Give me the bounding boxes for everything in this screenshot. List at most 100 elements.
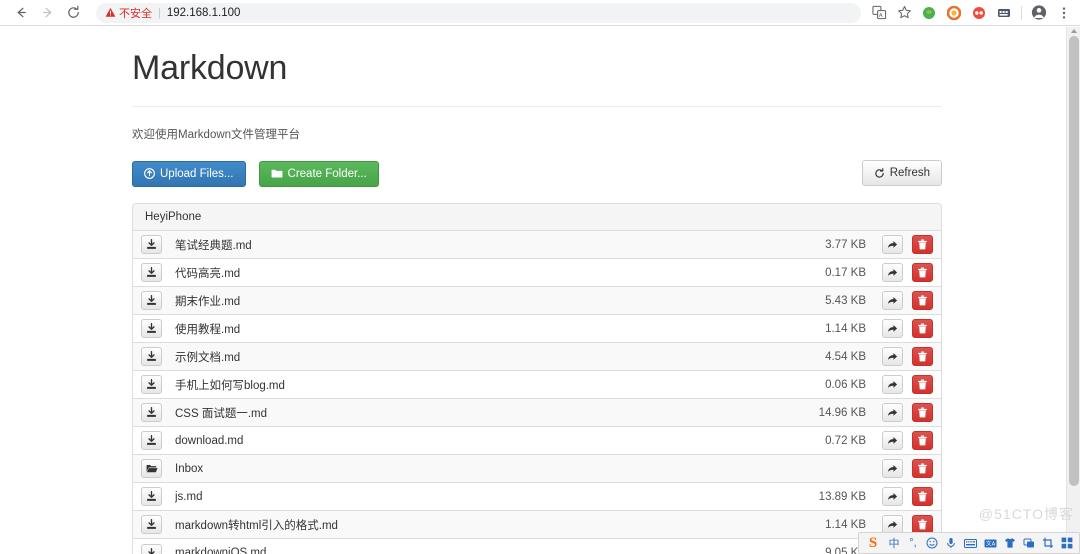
extension-icon-2[interactable] [946,5,962,21]
extension-icon-1[interactable] [921,5,937,21]
ime-voice-icon[interactable] [945,535,957,551]
refresh-button[interactable]: Refresh [861,160,942,186]
file-row[interactable]: download.md 0.72 KB [133,427,941,455]
download-icon[interactable] [141,403,162,422]
share-arrow-icon[interactable] [882,347,903,366]
share-arrow-icon[interactable] [882,375,903,394]
download-icon[interactable] [141,291,162,310]
create-folder-button[interactable]: Create Folder... [258,160,379,187]
trash-icon[interactable] [912,431,933,450]
svg-text:A: A [992,541,996,547]
share-arrow-icon[interactable] [882,459,903,478]
address-bar[interactable]: 不安全 | 192.168.1.100 [96,2,861,23]
file-row[interactable]: 期末作业.md 5.43 KB [133,287,941,315]
file-row[interactable]: Inbox [133,455,941,483]
file-size: 13.89 KB [818,490,866,503]
ime-language-toggle[interactable]: 中 [888,535,900,551]
ime-keyboard-icon[interactable] [964,535,977,551]
share-arrow-icon[interactable] [882,291,903,310]
file-name[interactable]: download.md [175,435,825,447]
share-arrow-icon[interactable] [882,487,903,506]
scroll-up-arrow-icon[interactable] [1067,27,1080,35]
file-name[interactable]: CSS 面试题一.md [175,405,819,421]
ime-punctuation-toggle[interactable]: °, [907,535,919,551]
share-arrow-icon[interactable] [882,431,903,450]
folder-open-icon[interactable] [141,459,162,478]
profile-icon[interactable] [1031,5,1047,21]
more-vertical-icon[interactable] [1056,5,1072,21]
omnibox-separator: | [158,6,161,19]
file-row[interactable]: 手机上如何写blog.md 0.06 KB [133,371,941,399]
trash-icon[interactable] [912,459,933,478]
file-row[interactable]: 笔试经典题.md 3.77 KB [133,231,941,259]
extension-icon-3[interactable] [971,5,987,21]
trash-icon[interactable] [912,235,933,254]
file-name[interactable]: 手机上如何写blog.md [175,377,825,393]
file-name[interactable]: 示例文档.md [175,349,825,365]
file-row[interactable]: CSS 面试题一.md 14.96 KB [133,399,941,427]
trash-icon[interactable] [912,291,933,310]
file-list-header: HeyiPhone [133,204,941,231]
page-scrollbar[interactable] [1066,27,1080,554]
trash-icon[interactable] [912,319,933,338]
file-row[interactable]: markdowniOS.md 9.05 KB [133,539,941,554]
browser-toolbar: 不安全 | 192.168.1.100 A [0,0,1080,26]
file-name[interactable]: 期末作业.md [175,293,825,309]
ime-crop-icon[interactable] [1042,535,1054,551]
download-icon[interactable] [141,319,162,338]
extension-icon-4[interactable] [996,5,1012,21]
ime-skin-icon[interactable] [1004,535,1016,551]
download-icon[interactable] [141,487,162,506]
ime-toolbar[interactable]: S 中 °, 文A [858,532,1080,554]
trash-icon[interactable] [912,263,933,282]
file-list-panel: HeyiPhone 笔试经典题.md 3.77 KB 代码高亮.md 0.17 KB 期… [132,203,942,554]
watermark: @51CTO博客 [978,506,1074,522]
back-icon[interactable] [8,2,34,24]
file-name[interactable]: 笔试经典题.md [175,237,825,253]
download-icon[interactable] [141,515,162,534]
file-size: 0.72 KB [825,434,866,447]
trash-icon[interactable] [912,347,933,366]
share-arrow-icon[interactable] [882,235,903,254]
download-icon[interactable] [141,235,162,254]
file-row[interactable]: js.md 13.89 KB [133,483,941,511]
trash-icon[interactable] [912,403,933,422]
file-row[interactable]: 代码高亮.md 0.17 KB [133,259,941,287]
security-label: 不安全 [119,7,152,20]
trash-icon[interactable] [912,375,933,394]
file-name[interactable]: markdowniOS.md [175,547,825,554]
reload-icon[interactable] [60,2,86,24]
file-row[interactable]: 示例文档.md 4.54 KB [133,343,941,371]
trash-icon[interactable] [912,487,933,506]
action-toolbar: Upload Files... Create Folder... Refresh [132,160,942,187]
file-name[interactable]: 代码高亮.md [175,265,825,281]
forward-icon[interactable] [34,2,60,24]
download-icon[interactable] [141,431,162,450]
share-arrow-icon[interactable] [882,263,903,282]
ime-emoji-icon[interactable] [926,535,938,551]
file-name[interactable]: 使用教程.md [175,321,825,337]
file-name[interactable]: js.md [175,491,819,503]
file-name[interactable]: Inbox [175,463,866,475]
file-size: 4.54 KB [825,350,866,363]
download-icon[interactable] [141,543,162,554]
star-icon[interactable] [896,5,912,21]
share-arrow-icon[interactable] [882,319,903,338]
security-warning[interactable]: 不安全 [105,5,152,21]
sogou-logo-icon[interactable]: S [865,535,881,551]
ime-translate-icon[interactable]: 文A [984,535,997,551]
upload-files-button[interactable]: Upload Files... [132,160,246,187]
download-icon[interactable] [141,375,162,394]
file-row[interactable]: 使用教程.md 1.14 KB [133,315,941,343]
download-icon[interactable] [141,347,162,366]
download-icon[interactable] [141,263,162,282]
translate-icon[interactable]: A [871,5,887,21]
ime-screenshot-icon[interactable] [1023,535,1035,551]
file-size: 0.17 KB [825,266,866,279]
file-size: 0.06 KB [825,378,866,391]
file-name[interactable]: markdown转html引入的格式.md [175,517,825,533]
scrollbar-thumb[interactable] [1069,36,1079,486]
file-row[interactable]: markdown转html引入的格式.md 1.14 KB [133,511,941,539]
ime-apps-icon[interactable] [1061,535,1073,551]
share-arrow-icon[interactable] [882,403,903,422]
